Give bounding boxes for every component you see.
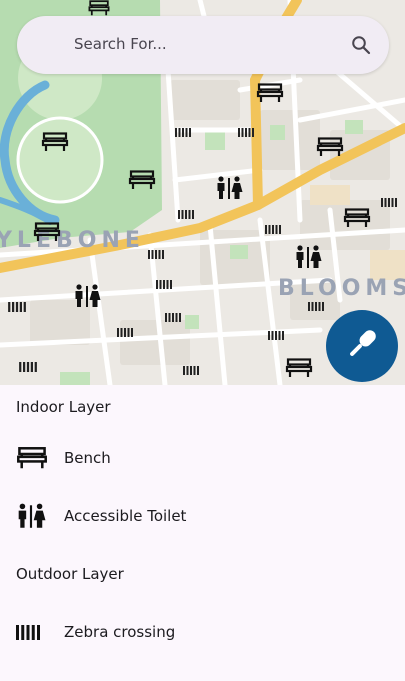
zebra-crossing-icon[interactable] bbox=[265, 225, 281, 234]
accessible-toilet-icon[interactable] bbox=[215, 176, 243, 200]
legend-item-zebra-crossing[interactable]: Zebra crossing bbox=[16, 617, 175, 647]
zebra-crossing-icon[interactable] bbox=[308, 302, 324, 311]
accessible-toilet-icon[interactable] bbox=[294, 245, 322, 269]
accessible-toilet-icon bbox=[16, 503, 50, 529]
microphone-button[interactable] bbox=[326, 310, 398, 382]
zebra-crossing-icon[interactable] bbox=[381, 198, 397, 207]
zebra-crossing-icon[interactable] bbox=[156, 280, 172, 289]
zebra-crossing-icon[interactable] bbox=[183, 366, 199, 375]
bench-icon[interactable] bbox=[85, 0, 113, 16]
legend-label: Zebra crossing bbox=[64, 623, 176, 641]
zebra-crossing-icon[interactable] bbox=[7, 302, 27, 312]
bench-icon bbox=[16, 446, 50, 470]
area-label-left: YLEBONE bbox=[0, 228, 145, 253]
area-label-right: BLOOMS bbox=[278, 276, 405, 301]
search-bar[interactable]: Search For... bbox=[17, 16, 389, 74]
search-input[interactable]: Search For... bbox=[74, 35, 167, 53]
bench-icon[interactable] bbox=[33, 222, 61, 242]
microphone-icon bbox=[342, 324, 382, 368]
zebra-crossing-icon[interactable] bbox=[148, 250, 164, 259]
legend-item-accessible-toilet[interactable]: Accessible Toilet bbox=[16, 501, 186, 531]
legend-label: Accessible Toilet bbox=[64, 507, 187, 525]
bench-icon[interactable] bbox=[41, 132, 69, 152]
zebra-crossing-icon[interactable] bbox=[19, 362, 37, 372]
accessible-toilet-icon[interactable] bbox=[73, 284, 101, 308]
bench-icon[interactable] bbox=[343, 208, 371, 228]
map-view[interactable]: YLEBONE BLOOMS Search For... bbox=[0, 0, 405, 385]
bench-icon[interactable] bbox=[128, 170, 156, 190]
zebra-crossing-icon[interactable] bbox=[175, 128, 191, 137]
indoor-layer-heading: Indoor Layer bbox=[16, 398, 111, 416]
bench-icon[interactable] bbox=[316, 137, 344, 157]
outdoor-layer-heading: Outdoor Layer bbox=[16, 565, 124, 583]
legend-label: Bench bbox=[64, 449, 111, 467]
search-icon[interactable] bbox=[351, 35, 371, 59]
zebra-crossing-icon[interactable] bbox=[117, 328, 133, 337]
zebra-crossing-icon bbox=[16, 624, 50, 640]
zebra-crossing-icon[interactable] bbox=[238, 128, 254, 137]
legend-item-bench[interactable]: Bench bbox=[16, 443, 111, 473]
zebra-crossing-icon[interactable] bbox=[165, 313, 181, 322]
zebra-crossing-icon[interactable] bbox=[178, 210, 194, 219]
bench-icon[interactable] bbox=[256, 83, 284, 103]
zebra-crossing-icon[interactable] bbox=[268, 331, 284, 340]
bench-icon[interactable] bbox=[285, 358, 313, 378]
